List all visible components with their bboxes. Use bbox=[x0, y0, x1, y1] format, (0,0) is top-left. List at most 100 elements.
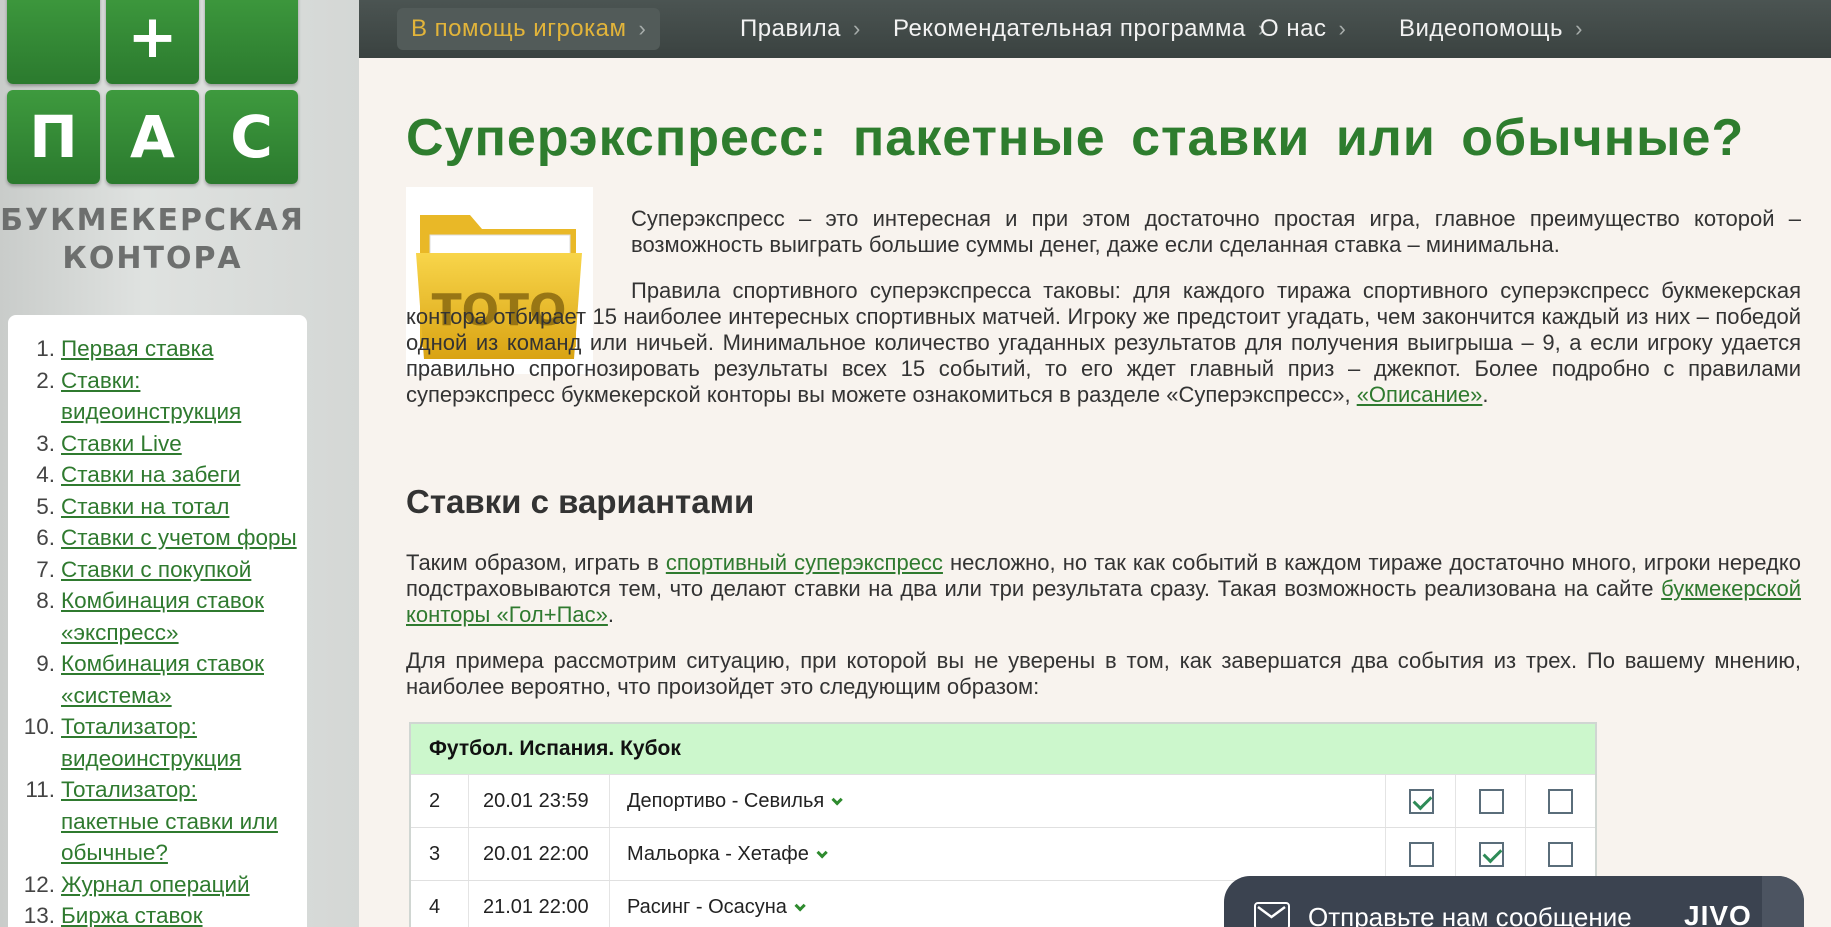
sidebar-item-number: 4. bbox=[36, 462, 55, 487]
chevron-down-icon bbox=[816, 846, 828, 859]
logo-tile-s: С bbox=[205, 90, 298, 184]
sidebar-item-number: 3. bbox=[36, 430, 55, 456]
sidebar-item: 12. Журнал операций bbox=[8, 869, 307, 901]
logo-tile-a: А bbox=[106, 90, 199, 184]
outcome-checkbox-x[interactable] bbox=[1479, 842, 1504, 867]
sidebar-item-number: 11. bbox=[25, 777, 55, 802]
sidebar-item-number: 7. bbox=[36, 556, 55, 582]
sidebar-item: 7. Ставки с покупкой bbox=[8, 554, 307, 586]
nav-item-referral[interactable]: Рекомендательная программа › bbox=[879, 8, 1280, 50]
nav-item-label: О нас bbox=[1260, 15, 1327, 42]
event-match[interactable]: Депортиво - Севилья bbox=[627, 775, 843, 828]
sidebar-item: 4. Ставки на забеги bbox=[8, 459, 307, 491]
outcome-checkbox-1[interactable] bbox=[1409, 789, 1434, 814]
nav-item-label: Видеопомощь bbox=[1399, 15, 1564, 42]
sidebar-item: 2. Ставки: видеоинструкция bbox=[8, 365, 307, 428]
sidebar-item: 10. Тотализатор: видеоинструкция bbox=[8, 711, 307, 774]
sidebar-item-link[interactable]: Ставки на забеги bbox=[61, 459, 301, 491]
sidebar-item: 8. Комбинация ставок «экспресс» bbox=[8, 585, 307, 648]
chevron-down-icon bbox=[794, 899, 806, 912]
sidebar-item-number: 12. bbox=[23, 871, 55, 897]
sidebar-item-number: 5. bbox=[36, 493, 55, 519]
sidebar-item-number: 1. bbox=[36, 336, 55, 361]
match-name: Мальорка - Хетафе bbox=[627, 843, 809, 865]
envelope-icon bbox=[1254, 902, 1290, 927]
page-title: Суперэкспресс: пакетные ставки или обычн… bbox=[406, 109, 1745, 167]
table-header: Футбол. Испания. Кубок bbox=[411, 724, 1595, 774]
logo-tile-p: П bbox=[7, 90, 100, 184]
sidebar-item-number: 6. bbox=[36, 525, 55, 550]
chat-label: Отправьте нам сообщение bbox=[1308, 902, 1632, 927]
nav-item-about[interactable]: О нас › bbox=[1246, 8, 1360, 50]
logo-text-line1: БУКМЕКЕРСКАЯ bbox=[0, 203, 305, 238]
sidebar-item: 13. Биржа ставок bbox=[8, 900, 307, 927]
example-text: Для примера рассмотрим ситуацию, при кот… bbox=[406, 648, 1801, 699]
nav-item-rules[interactable]: Правила › bbox=[726, 8, 875, 50]
outcome-checkbox-2[interactable] bbox=[1548, 789, 1573, 814]
logo-text-line2: КОНТОРА bbox=[62, 241, 243, 276]
logo-letter: С bbox=[230, 103, 273, 171]
sidebar-item-link[interactable]: Журнал операций bbox=[61, 869, 301, 901]
sidebar: + П А С БУКМЕКЕРСКАЯ КОНТОРА 1. Первая ст… bbox=[0, 0, 359, 927]
variants-text: . bbox=[607, 602, 615, 627]
sidebar-item-link[interactable]: Биржа ставок bbox=[61, 900, 301, 927]
sidebar-item-number: 9. bbox=[36, 651, 55, 676]
sidebar-item-link[interactable]: Первая ставка bbox=[61, 333, 301, 365]
chevron-down-icon bbox=[831, 793, 843, 806]
sidebar-item-link[interactable]: Комбинация ставок «система» bbox=[61, 648, 271, 711]
nav-item-label: Рекомендательная программа bbox=[893, 15, 1246, 42]
outcome-checkbox-2[interactable] bbox=[1548, 842, 1573, 867]
sidebar-item-number: 8. bbox=[36, 588, 55, 613]
example-paragraph: Для примера рассмотрим ситуацию, при кот… bbox=[406, 648, 1801, 700]
sidebar-item-link[interactable]: Ставки Live bbox=[61, 428, 301, 460]
sidebar-item-link[interactable]: Тотализатор: пакетные ставки или обычные… bbox=[61, 774, 286, 869]
sidebar-item-number: 2. bbox=[36, 367, 55, 393]
table-row: 2 20.01 23:59 Депортиво - Севилья bbox=[411, 774, 1595, 827]
intro-text: Суперэкспресс – это интересная и при это… bbox=[631, 206, 1801, 257]
chat-expand-button[interactable] bbox=[1762, 876, 1804, 927]
sidebar-menu: 1. Первая ставка 2. Ставки: видеоинструкци… bbox=[8, 315, 307, 927]
event-match[interactable]: Расинг - Осасуна bbox=[627, 881, 806, 927]
chevron-right-icon: › bbox=[638, 16, 647, 41]
sidebar-item: 5. Ставки на тотал bbox=[8, 491, 307, 523]
event-date: 20.01 23:59 bbox=[483, 790, 589, 812]
event-number: 4 bbox=[429, 896, 441, 918]
match-name: Депортиво - Севилья bbox=[627, 790, 825, 812]
variants-paragraph: Таким образом, играть в спортивный супер… bbox=[406, 550, 1801, 628]
rules-paragraph: Правила спортивного суперэкспресса таков… bbox=[406, 278, 1801, 408]
event-number: 3 bbox=[429, 843, 441, 865]
intro-paragraph: Суперэкспресс – это интересная и при это… bbox=[631, 206, 1801, 258]
top-nav: В помощь игрокам › Правила › Рекомендате… bbox=[359, 0, 1831, 58]
description-link[interactable]: «Описание» bbox=[1357, 382, 1483, 407]
nav-item-help[interactable]: В помощь игрокам › bbox=[397, 8, 661, 50]
sidebar-item-link[interactable]: Ставки с учетом форы bbox=[61, 522, 301, 554]
sidebar-item-link[interactable]: Ставки с покупкой bbox=[61, 554, 301, 586]
sidebar-item-link[interactable]: Комбинация ставок «экспресс» bbox=[61, 585, 271, 648]
nav-item-video[interactable]: Видеопомощь › bbox=[1385, 8, 1597, 50]
event-match[interactable]: Мальорка - Хетафе bbox=[627, 828, 828, 881]
logo-letter: П bbox=[29, 103, 78, 171]
event-date: 20.01 22:00 bbox=[483, 843, 589, 865]
table-row: 3 20.01 22:00 Мальорка - Хетафе bbox=[411, 827, 1595, 880]
logo-letter: А bbox=[130, 103, 175, 171]
rules-text: Правила спортивного суперэкспресса таков… bbox=[406, 278, 1801, 407]
sidebar-item-link[interactable]: Ставки: видеоинструкция bbox=[61, 365, 241, 428]
chevron-right-icon: › bbox=[852, 16, 861, 41]
match-name: Расинг - Осасуна bbox=[627, 896, 787, 918]
sidebar-item: 1. Первая ставка bbox=[8, 333, 307, 365]
sidebar-item-link[interactable]: Ставки на тотал bbox=[61, 491, 301, 523]
event-date: 21.01 22:00 bbox=[483, 896, 589, 918]
plus-icon: + bbox=[127, 2, 178, 72]
superexpress-link[interactable]: спортивный суперэкспресс bbox=[666, 550, 943, 575]
outcome-checkbox-x[interactable] bbox=[1479, 789, 1504, 814]
chat-widget[interactable]: Отправьте нам сообщение JIVO bbox=[1224, 876, 1804, 927]
sidebar-item: 3. Ставки Live bbox=[8, 428, 307, 460]
nav-item-label: Правила bbox=[740, 15, 841, 42]
logo-tile-plus: + bbox=[106, 0, 199, 84]
chevron-right-icon: › bbox=[1575, 16, 1583, 41]
sidebar-item: 6. Ставки с учетом форы bbox=[8, 522, 307, 554]
sidebar-menu-list: 1. Первая ставка 2. Ставки: видеоинструкци… bbox=[8, 315, 307, 927]
outcome-checkbox-1[interactable] bbox=[1409, 842, 1434, 867]
sidebar-item-link[interactable]: Тотализатор: видеоинструкция bbox=[61, 711, 256, 774]
logo-tile-left bbox=[7, 0, 100, 84]
